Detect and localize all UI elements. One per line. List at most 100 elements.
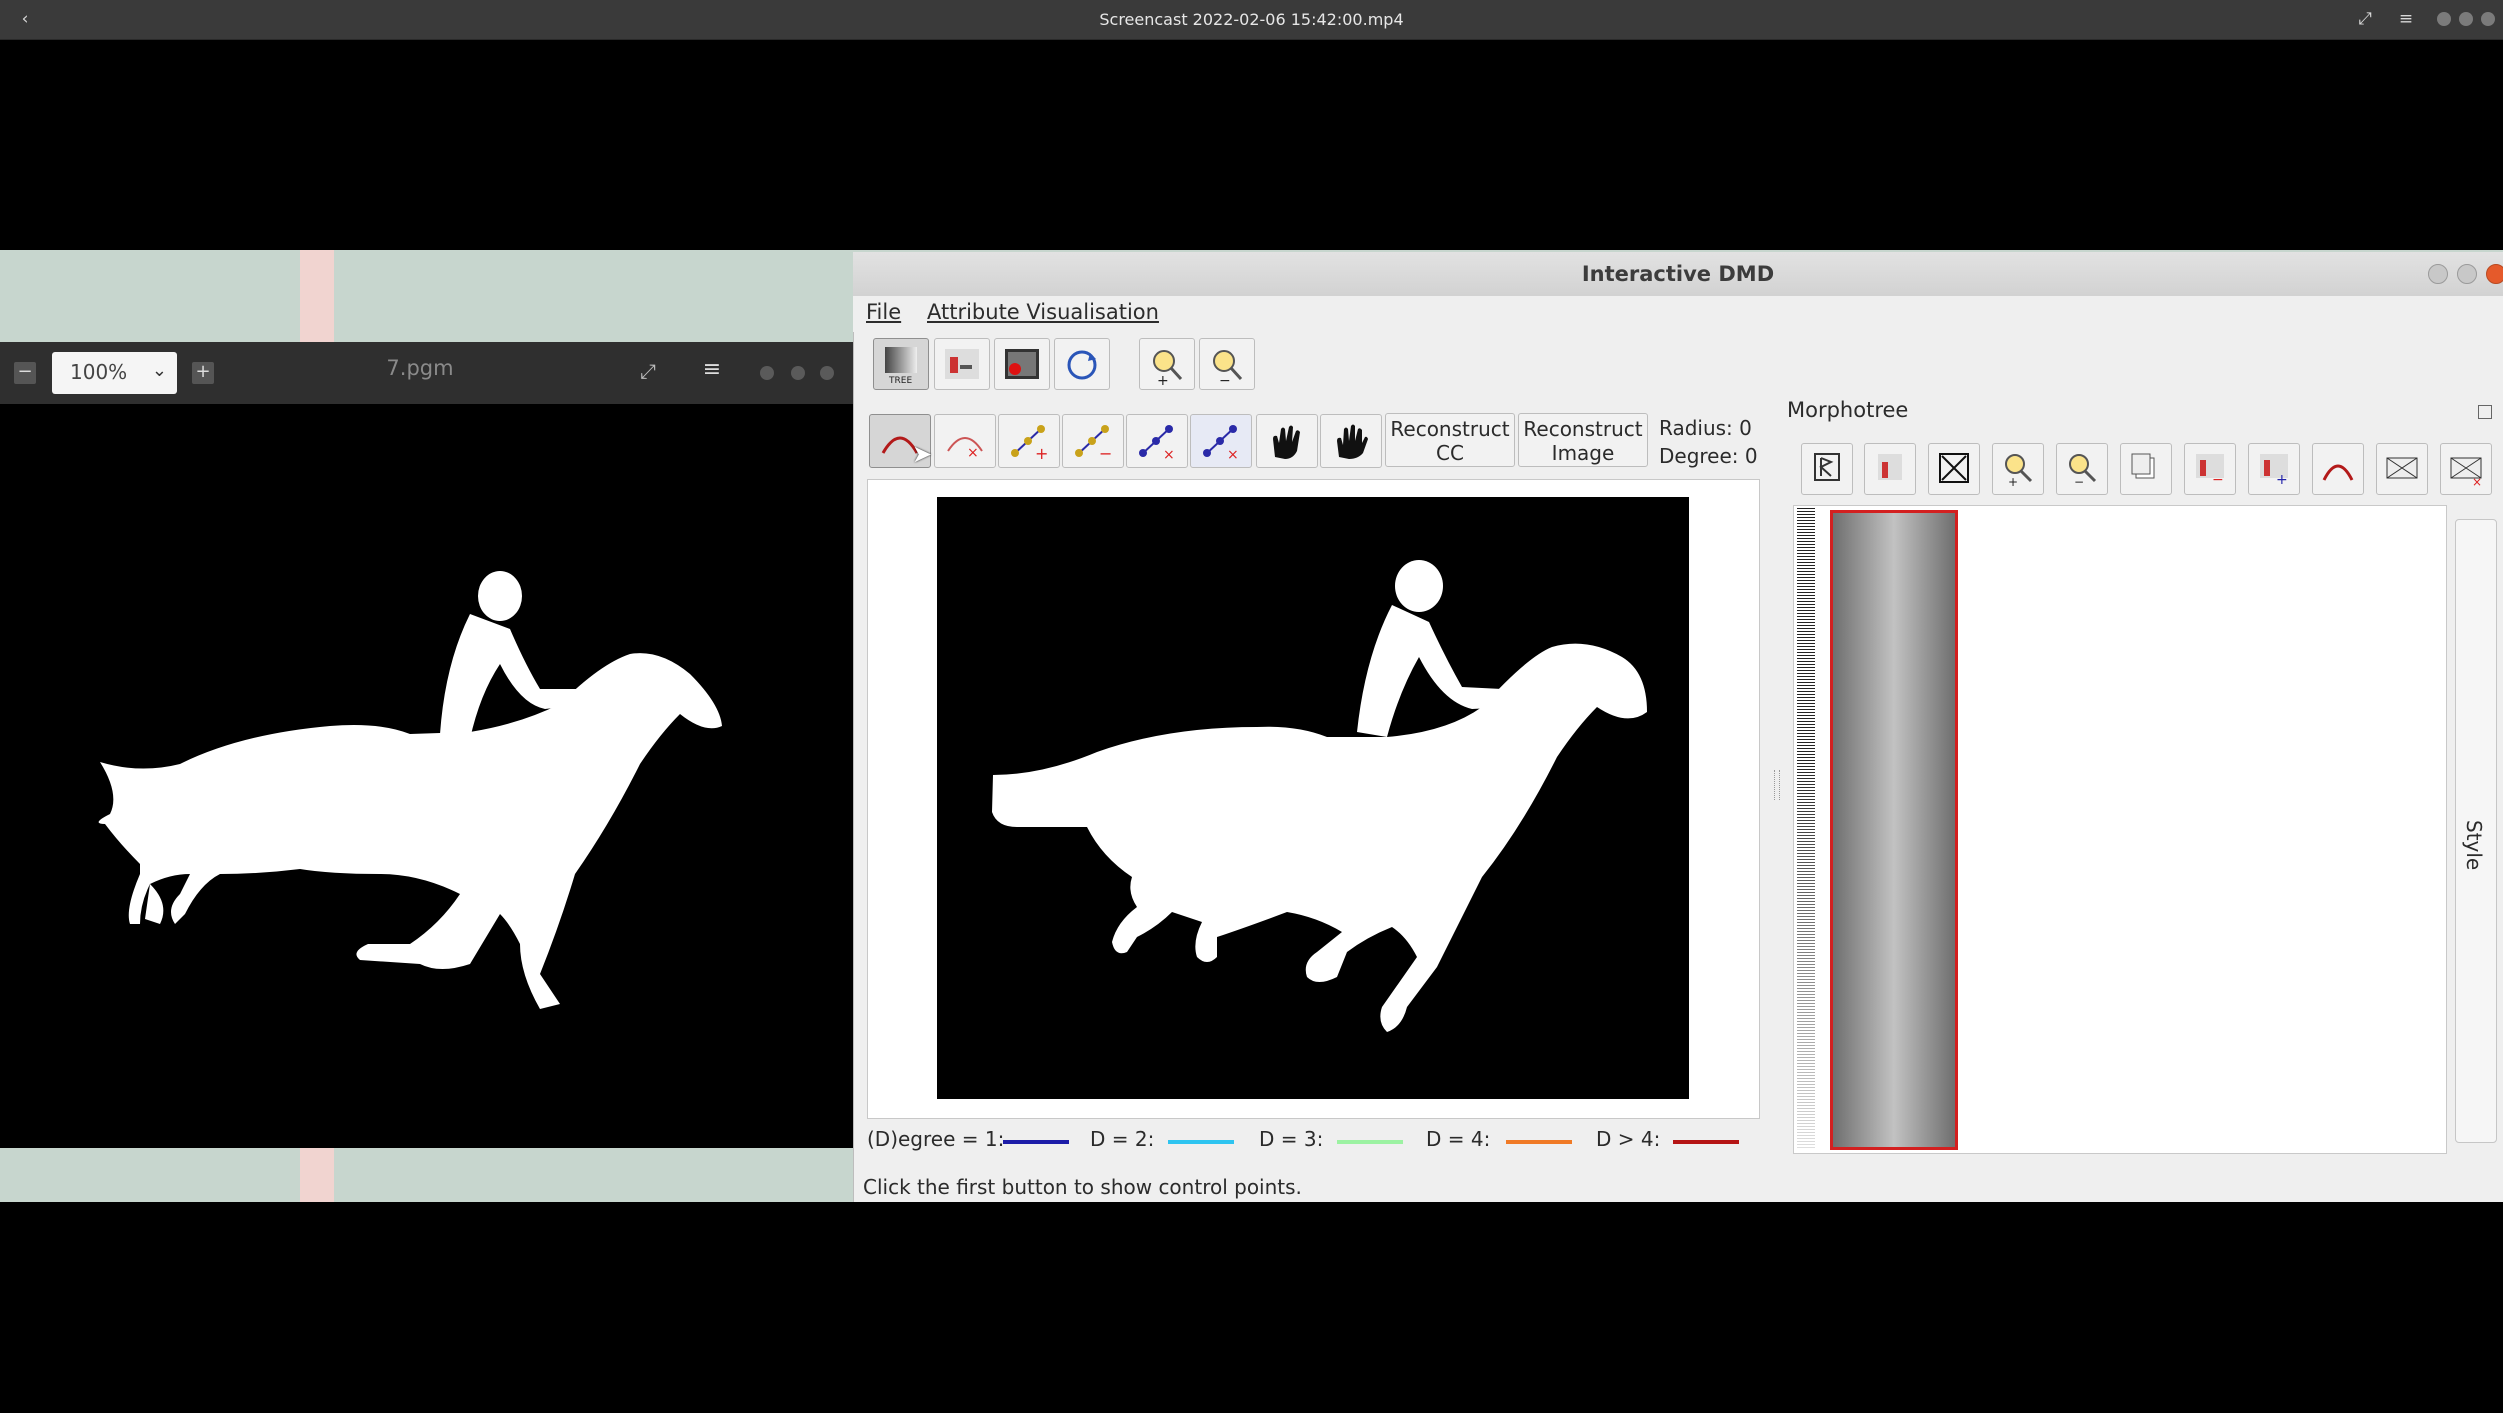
svg-text:×: × bbox=[1227, 447, 1239, 461]
legend-label-1: (D)egree = 1: bbox=[867, 1127, 1005, 1151]
select-node-icon bbox=[1814, 453, 1840, 481]
expand-icon[interactable]: ⤢ bbox=[636, 359, 660, 383]
viewer-maximize-button[interactable] bbox=[791, 366, 805, 380]
curve-icon bbox=[2322, 464, 2354, 481]
envelope-remove-icon: × bbox=[2450, 457, 2482, 486]
record-image-icon bbox=[1005, 349, 1039, 379]
tree-icon: TREE bbox=[885, 347, 917, 385]
svg-text:−: − bbox=[1219, 373, 1231, 385]
legend-line-degree-5 bbox=[1673, 1140, 1739, 1144]
svg-text:×: × bbox=[1163, 447, 1175, 461]
dmd-close-button[interactable] bbox=[2486, 264, 2503, 284]
reconstruct-image-button[interactable]: Reconstruct Image bbox=[1518, 413, 1648, 467]
copy-node-button[interactable] bbox=[2120, 443, 2172, 495]
menu-file[interactable]: File bbox=[866, 300, 901, 324]
svg-text:+: + bbox=[1157, 373, 1169, 385]
horse-rider-silhouette bbox=[98, 571, 723, 1009]
menu-attribute-visualisation[interactable]: Attribute Visualisation bbox=[927, 300, 1159, 324]
hide-control-points-button[interactable]: × bbox=[934, 414, 996, 468]
remove-control-point-button[interactable]: − bbox=[1062, 414, 1124, 468]
image-tree-button[interactable] bbox=[934, 338, 990, 390]
remove-node-button[interactable]: − bbox=[2184, 443, 2236, 495]
refresh-button[interactable] bbox=[1054, 338, 1110, 390]
svg-text:−: − bbox=[2212, 472, 2224, 486]
dmd-maximize-button[interactable] bbox=[2457, 264, 2477, 284]
node-image-button[interactable] bbox=[1864, 443, 1916, 495]
image-node-icon bbox=[945, 349, 979, 379]
viewer-close-button[interactable] bbox=[820, 366, 834, 380]
reconstruct-cc-button[interactable]: Reconstruct CC bbox=[1385, 413, 1515, 467]
envelope-button[interactable] bbox=[2376, 443, 2428, 495]
legend-line-degree-3 bbox=[1337, 1140, 1403, 1144]
fullscreen-icon[interactable]: ⤢ bbox=[2354, 8, 2376, 30]
close-button[interactable] bbox=[2481, 12, 2495, 26]
horse-rider-reconstruction bbox=[992, 560, 1647, 1032]
style-tab[interactable]: Style bbox=[2455, 519, 2497, 1143]
curve-remove-icon: × bbox=[947, 437, 983, 461]
viewer-image-canvas bbox=[0, 404, 853, 1148]
selected-tree-node[interactable] bbox=[1830, 510, 1958, 1150]
svg-text:×: × bbox=[967, 445, 979, 461]
viewer-minimize-button[interactable] bbox=[760, 366, 774, 380]
hand-point-icon bbox=[1273, 425, 1300, 459]
svg-text:TREE: TREE bbox=[888, 376, 912, 385]
drag-point-button[interactable] bbox=[1256, 414, 1318, 468]
style-tab-label: Style bbox=[2462, 820, 2486, 871]
dock-splitter-handle[interactable] bbox=[1774, 770, 1780, 800]
fit-view-icon bbox=[1939, 453, 1969, 483]
tree-zoom-in-button[interactable]: + bbox=[1992, 443, 2044, 495]
viewer-file-title: 7.pgm bbox=[386, 356, 454, 380]
svg-text:−: − bbox=[2074, 475, 2084, 486]
add-point-icon: + bbox=[1011, 425, 1048, 461]
pan-button[interactable] bbox=[1320, 414, 1382, 468]
radius-readout: Radius: 0 bbox=[1659, 416, 1752, 440]
remove-point-icon: − bbox=[1075, 425, 1112, 461]
add-node-button[interactable]: + bbox=[2248, 443, 2300, 495]
envelope-remove-button[interactable]: × bbox=[2440, 443, 2492, 495]
dmd-window-title: Interactive DMD bbox=[1581, 262, 1775, 286]
legend-label-3: D = 3: bbox=[1259, 1127, 1324, 1151]
zoom-level-select[interactable]: 100% ⌄ bbox=[52, 352, 177, 394]
add-node-icon: + bbox=[2260, 454, 2288, 486]
node-info: Radius: 0 Degree: 0 bbox=[1659, 414, 1758, 470]
legend-line-degree-1 bbox=[1003, 1140, 1069, 1144]
reconstruct-cc-label-1: Reconstruct bbox=[1390, 417, 1510, 441]
hamburger-menu-icon[interactable]: ≡ bbox=[2395, 8, 2417, 30]
legend-label-4: D = 4: bbox=[1426, 1127, 1491, 1151]
tree-view-button[interactable]: TREE bbox=[873, 338, 929, 390]
zoom-out-icon: − bbox=[2069, 454, 2097, 486]
zoom-in-button[interactable]: + bbox=[192, 362, 214, 384]
maximize-button[interactable] bbox=[2459, 12, 2473, 26]
delete-all-icon: × bbox=[1203, 425, 1239, 461]
copy-icon bbox=[2131, 453, 2155, 479]
envelope-icon bbox=[2386, 457, 2418, 479]
zoom-level-value: 100% bbox=[70, 360, 128, 384]
viewer-menu-icon[interactable]: ≡ bbox=[700, 357, 724, 382]
remove-node-icon: − bbox=[2196, 454, 2224, 486]
hand-pan-icon bbox=[1337, 424, 1368, 459]
video-title: Screencast 2022-02-06 15:42:00.mp4 bbox=[1099, 10, 1404, 29]
tree-zoom-out-button[interactable]: − bbox=[2056, 443, 2108, 495]
tree-curve-button[interactable] bbox=[2312, 443, 2364, 495]
fit-view-button[interactable] bbox=[1928, 443, 1980, 495]
image-record-button[interactable] bbox=[994, 338, 1050, 390]
zoom-out-button[interactable]: − bbox=[14, 362, 36, 384]
svg-text:+: + bbox=[2008, 475, 2018, 486]
select-node-button[interactable] bbox=[1801, 443, 1853, 495]
delete-all-curves-button[interactable]: × bbox=[1190, 414, 1252, 468]
mouse-cursor-icon: ➤ bbox=[912, 440, 933, 468]
dmd-minimize-button[interactable] bbox=[2428, 264, 2448, 284]
svg-text:×: × bbox=[2472, 475, 2482, 486]
dock-float-button[interactable] bbox=[2478, 405, 2492, 419]
dmd-image-canvas[interactable] bbox=[937, 497, 1689, 1099]
zoom-out-top-button[interactable]: − bbox=[1199, 338, 1255, 390]
svg-text:+: + bbox=[2276, 472, 2288, 486]
chevron-down-icon: ⌄ bbox=[151, 360, 167, 381]
delete-curve-button[interactable]: × bbox=[1126, 414, 1188, 468]
minimize-button[interactable] bbox=[2437, 12, 2451, 26]
zoom-in-icon: + bbox=[1153, 350, 1183, 385]
zoom-in-top-button[interactable]: + bbox=[1139, 338, 1195, 390]
svg-text:+: + bbox=[1035, 444, 1048, 461]
legend-line-degree-2 bbox=[1168, 1140, 1234, 1144]
add-control-point-button[interactable]: + bbox=[998, 414, 1060, 468]
